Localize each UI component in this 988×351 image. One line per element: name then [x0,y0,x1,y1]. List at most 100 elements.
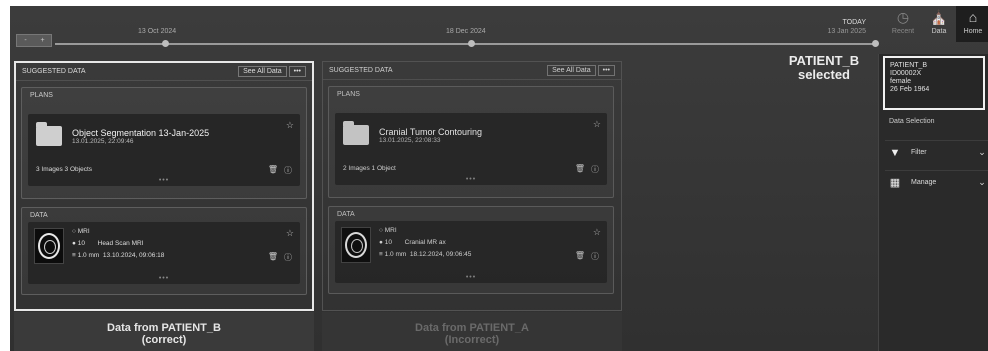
series-info: ● 10 Head Scan MRI [72,240,144,247]
column-caption: Data from PATIENT_A (Incorrect) [415,322,529,346]
patient-selected-caption: PATIENT_B selected [770,54,878,82]
info-icon[interactable]: ⓘ [284,165,292,176]
timeline-marker[interactable] [162,40,169,47]
modality: ○ MRI [72,228,90,235]
brain-scan-icon [345,232,367,258]
trash-icon[interactable]: 🗑 [575,251,585,260]
series-number: 10 [384,239,392,246]
series-info: ● 10 Cranial MR ax [379,239,446,246]
data-section: DATA ○ MRI ● 10 Cranial MR ax ≡ 1.0 mm 1… [328,206,614,294]
expand-dots[interactable]: ••• [335,274,607,281]
timeline-today-marker[interactable] [872,40,879,47]
patient-dob: 26 Feb 1964 [890,86,930,93]
column-caption: Data from PATIENT_B (correct) [107,322,221,346]
selection-label: PATIENT_B selected [788,53,860,82]
mri-thumbnail [341,227,371,263]
suggested-data-column: SUGGESTED DATA See All Data ••• PLANS Ob… [14,61,314,311]
plan-date: 13.01.2025, 22:09:46 [72,138,134,145]
data-icon: ⛪ [930,9,948,25]
star-icon[interactable]: ☆ [593,119,601,130]
patient-id: ID00002X [890,70,922,77]
trash-icon[interactable]: 🗑 [575,164,585,173]
data-selection-label: Data Selection [889,118,935,125]
modality-value: MRI [77,228,90,235]
data-title: DATA [337,211,355,218]
timeline[interactable]: - + 13 Oct 2024 18 Dec 2024 TODAY 13 Jan… [10,6,879,54]
plans-title: PLANS [337,91,360,98]
star-icon[interactable]: ☆ [286,228,294,239]
see-all-data-button[interactable]: See All Data [547,65,596,76]
recent-label: Recent [891,28,915,35]
more-options-button[interactable]: ••• [597,65,615,76]
see-all-data-button[interactable]: See All Data [238,66,287,77]
sidebar: PATIENT_B ID00002X female 26 Feb 1964 Da… [878,54,988,351]
suggested-data-column: SUGGESTED DATA See All Data ••• PLANS Cr… [322,61,622,311]
data-card[interactable]: ○ MRI ● 10 Cranial MR ax ≡ 1.0 mm 18.12.… [335,221,607,283]
manage-label: Manage [911,179,937,186]
timeline-track[interactable] [55,43,878,45]
app-window: - + 13 Oct 2024 18 Dec 2024 TODAY 13 Jan… [10,6,988,351]
series-date: 18.12.2024, 09:06:45 [409,251,472,258]
more-options-button[interactable]: ••• [288,66,306,77]
expand-dots[interactable]: ••• [28,177,300,184]
data-title: DATA [30,212,48,219]
plans-section: PLANS Cranial Tumor Contouring 13.01.202… [328,86,614,198]
series-name: Head Scan MRI [97,240,144,247]
timeline-date-label: 13 Oct 2024 [138,28,177,35]
filter-row[interactable]: ▼ Filter ⌄ [885,140,988,164]
plan-date: 13.01.2025, 22:08:33 [379,137,441,144]
data-button[interactable]: ⛪ Data [922,6,956,42]
info-icon[interactable]: ⓘ [591,251,599,262]
timeline-date-label: 18 Dec 2024 [446,28,486,35]
today-date: 13 Jan 2025 [827,28,866,35]
chevron-down-icon[interactable]: ⌄ [975,177,988,188]
trash-icon[interactable]: 🗑 [268,252,278,261]
zoom-in-button[interactable]: + [34,35,51,46]
recent-button[interactable]: ◷ Recent [886,6,920,42]
series-date: 13.10.2024, 09:06:18 [102,252,165,259]
plan-name: Object Segmentation 13-Jan-2025 [72,128,210,138]
home-label: Home [963,28,983,35]
plan-name: Cranial Tumor Contouring [379,127,483,137]
series-number: 10 [77,240,85,247]
chevron-down-icon[interactable]: ⌄ [975,147,988,158]
info-icon[interactable]: ⓘ [284,252,292,263]
home-icon: ⌂ [968,9,978,25]
plan-card[interactable]: Cranial Tumor Contouring 13.01.2025, 22:… [335,113,607,185]
timeline-zoom-control[interactable]: - + [16,34,52,47]
info-icon[interactable]: ⓘ [591,164,599,175]
folder-icon [343,121,369,145]
patient-sex: female [890,78,912,85]
mri-thumbnail [34,228,64,264]
trash-icon[interactable]: 🗑 [268,165,278,174]
expand-dots[interactable]: ••• [28,275,300,282]
timeline-marker[interactable] [468,40,475,47]
zoom-out-button[interactable]: - [17,35,34,46]
modality-value: MRI [384,227,397,234]
filter-icon: ▼ [889,146,901,159]
patient-name: PATIENT_B [890,62,928,69]
column-header: SUGGESTED DATA See All Data ••• [323,62,621,80]
home-button[interactable]: ⌂ Home [956,6,988,42]
star-icon[interactable]: ☆ [286,120,294,131]
star-icon[interactable]: ☆ [593,227,601,238]
brain-scan-icon [38,233,60,259]
column-title: SUGGESTED DATA [329,67,393,74]
filter-label: Filter [911,149,927,156]
modality: ○ MRI [379,227,397,234]
plan-card[interactable]: Object Segmentation 13-Jan-2025 13.01.20… [28,114,300,186]
column-title: SUGGESTED DATA [22,68,86,75]
patient-card[interactable]: PATIENT_B ID00002X female 26 Feb 1964 [883,56,985,110]
clock-icon: ◷ [896,9,910,25]
today-label: TODAY [842,19,866,26]
plans-section: PLANS Object Segmentation 13-Jan-2025 13… [21,87,307,199]
series-name: Cranial MR ax [404,239,446,246]
manage-row[interactable]: ▦ Manage ⌄ [885,170,988,194]
slice-thickness: 1.0 mm [77,252,100,259]
slice-thickness: 1.0 mm [384,251,407,258]
manage-icon: ▦ [889,177,901,189]
folder-icon [36,122,62,146]
data-card[interactable]: ○ MRI ● 10 Head Scan MRI ≡ 1.0 mm 13.10.… [28,222,300,284]
expand-dots[interactable]: ••• [335,176,607,183]
slice-info: ≡ 1.0 mm 18.12.2024, 09:06:45 [379,251,472,258]
